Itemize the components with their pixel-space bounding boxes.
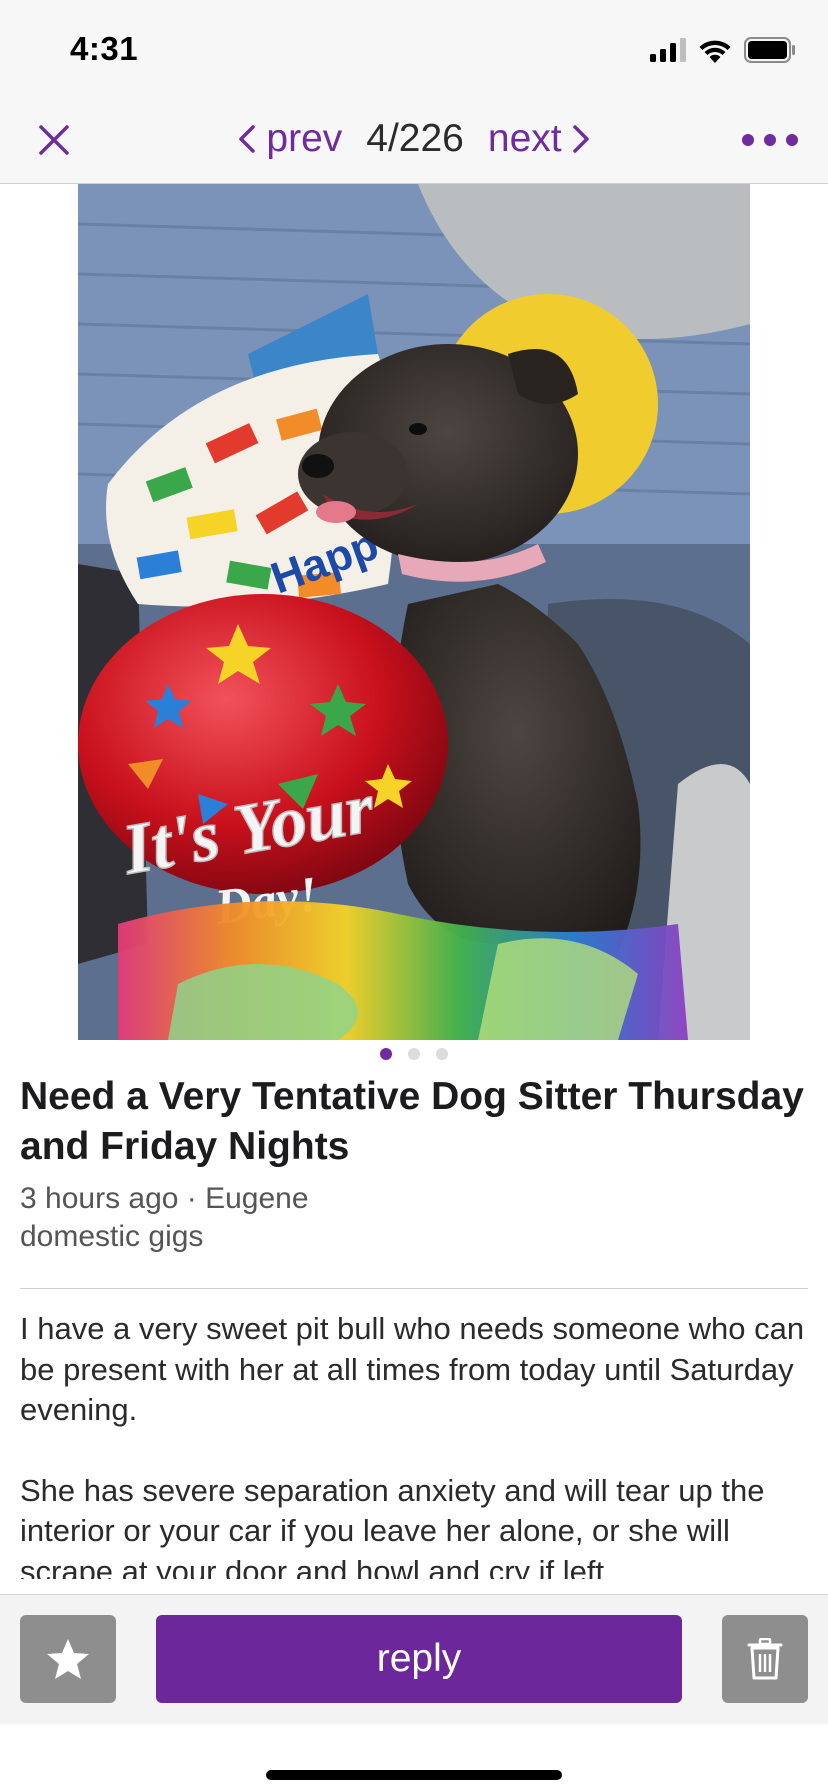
battery-icon bbox=[744, 37, 795, 63]
wifi-icon bbox=[699, 40, 731, 63]
photo-carousel-indicator bbox=[0, 1048, 828, 1062]
reply-button[interactable]: reply bbox=[156, 1615, 682, 1703]
post-content: Need a Very Tentative Dog Sitter Thursda… bbox=[20, 1072, 810, 1579]
post-paragraph: I have a very sweet pit bull who needs s… bbox=[20, 1311, 805, 1427]
post-category[interactable]: domestic gigs bbox=[20, 1218, 810, 1256]
post-photo[interactable]: Happ It's Your Day! bbox=[78, 184, 750, 1040]
carousel-dot-active[interactable] bbox=[380, 1048, 392, 1060]
nav-bar: prev 4/226 next bbox=[0, 96, 828, 184]
status-icons bbox=[650, 34, 796, 66]
home-indicator[interactable] bbox=[266, 1770, 562, 1780]
carousel-dot[interactable] bbox=[436, 1048, 448, 1060]
more-options-button[interactable] bbox=[742, 126, 798, 154]
cellular-signal-icon bbox=[650, 38, 686, 62]
post-title: Need a Very Tentative Dog Sitter Thursda… bbox=[20, 1075, 804, 1168]
star-icon bbox=[47, 1639, 89, 1679]
app-screen: 4:31 prev 4/226 next Happ It's Your Day!… bbox=[0, 0, 828, 1792]
prev-label: prev bbox=[266, 117, 343, 160]
home-area bbox=[0, 1724, 828, 1792]
dog-with-balloons-illustration: Happ It's Your Day! bbox=[78, 184, 750, 1040]
chevron-left-icon bbox=[239, 125, 256, 153]
bottom-action-bar: reply bbox=[0, 1594, 828, 1724]
chevron-right-icon bbox=[572, 125, 589, 153]
post-pager: prev 4/226 next bbox=[0, 112, 828, 166]
divider bbox=[20, 1288, 808, 1289]
delete-button[interactable] bbox=[722, 1615, 808, 1703]
status-time: 4:31 bbox=[70, 30, 139, 67]
more-dot-icon bbox=[786, 134, 798, 146]
post-paragraph: She has severe separation anxiety and wi… bbox=[20, 1472, 765, 1580]
next-label: next bbox=[487, 117, 562, 160]
post-body: I have a very sweet pit bull who needs s… bbox=[20, 1309, 810, 1579]
post-counter: 4/226 bbox=[366, 117, 464, 160]
next-button[interactable]: next bbox=[488, 117, 590, 161]
more-dot-icon bbox=[764, 134, 776, 146]
more-dot-icon bbox=[742, 134, 754, 146]
post-meta: 3 hours ago · Eugene bbox=[20, 1182, 309, 1215]
prev-button[interactable]: prev bbox=[238, 117, 342, 161]
favorite-button[interactable] bbox=[20, 1615, 116, 1703]
carousel-dot[interactable] bbox=[408, 1048, 420, 1060]
status-bar: 4:31 bbox=[0, 0, 828, 96]
trash-icon bbox=[747, 1638, 783, 1680]
